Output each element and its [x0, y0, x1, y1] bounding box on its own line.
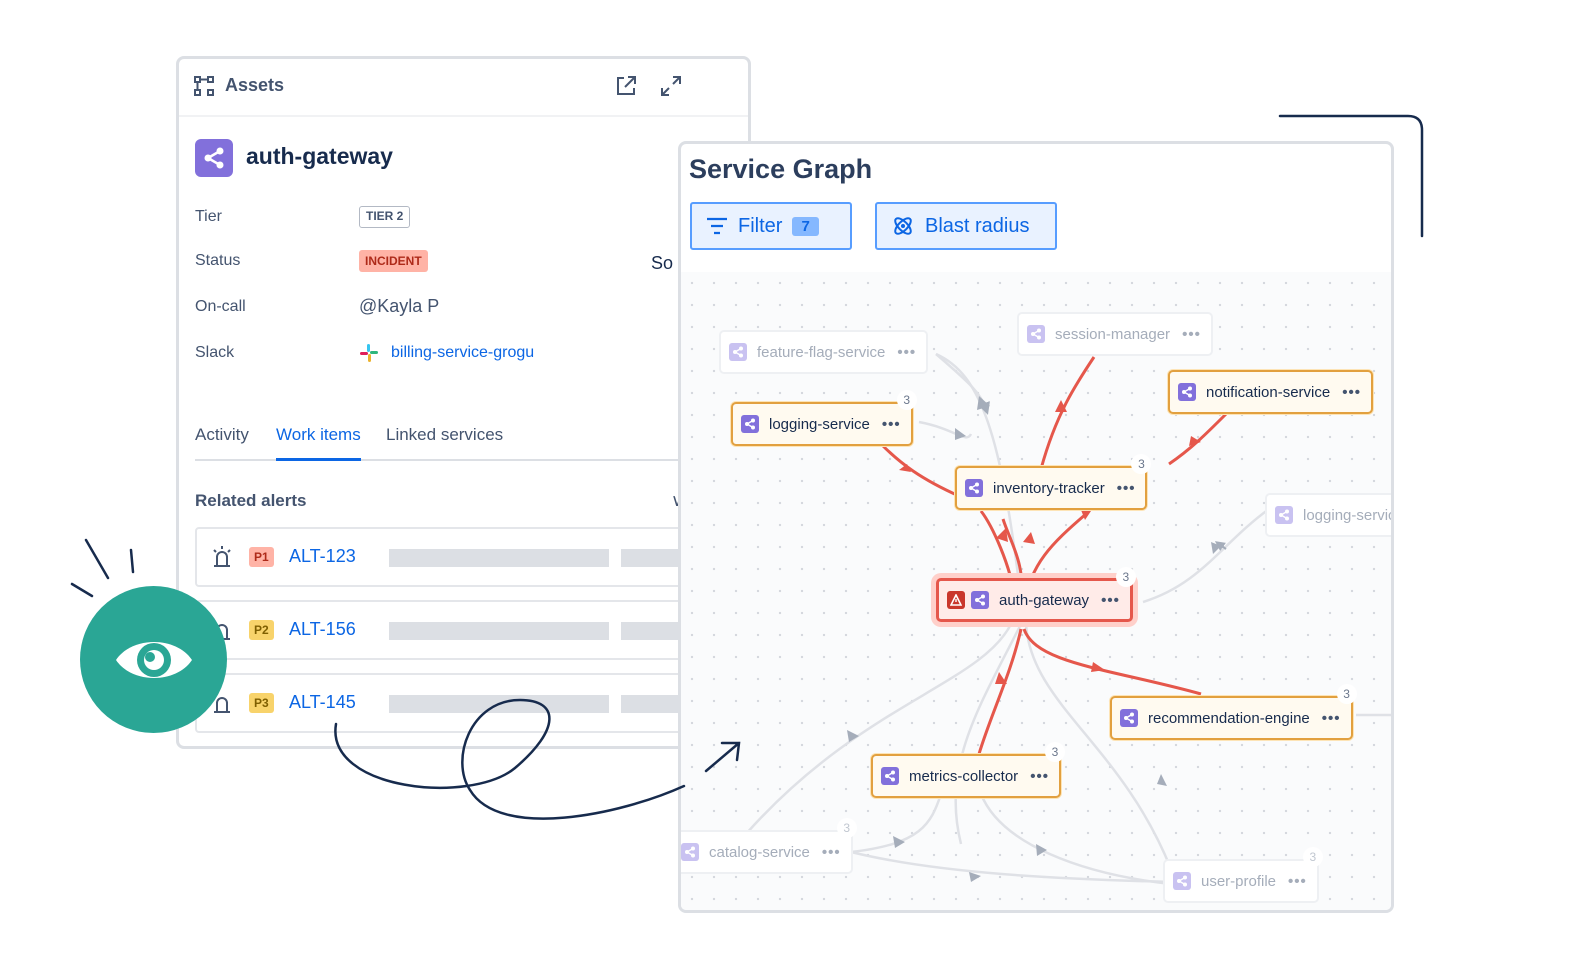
siren-icon: [213, 546, 231, 567]
open-external-icon[interactable]: [613, 73, 639, 99]
graph-node-metrics-collector[interactable]: metrics-collector ••• 3: [871, 742, 1065, 798]
assets-title: Assets: [225, 75, 285, 95]
priority-badge: P1: [249, 547, 274, 567]
node-label: logging-service: [769, 415, 870, 433]
service-node-icon: [1027, 325, 1045, 343]
graph-node-user-profile[interactable]: user-profile ••• 3: [1163, 847, 1323, 903]
alert-link[interactable]: ALT-156: [289, 619, 356, 640]
service-node-icon: [1275, 506, 1293, 524]
node-label: feature-flag-service: [757, 343, 886, 361]
warning-icon: [947, 591, 965, 609]
node-label: metrics-collector: [909, 767, 1019, 785]
service-graph-panel: Service Graph Filter 7 Blast radius feat…: [678, 141, 1394, 913]
more-icon[interactable]: •••: [1030, 768, 1049, 785]
more-icon[interactable]: •••: [1322, 710, 1341, 727]
alert-row[interactable]: P3 ALT-145: [195, 673, 748, 733]
node-count: 3: [1336, 684, 1357, 704]
service-node-icon: [1173, 872, 1191, 890]
oncall-label: On-call: [195, 298, 246, 315]
service-node-icon: [1178, 383, 1196, 401]
tab-activity[interactable]: Activity: [195, 425, 249, 459]
service-icon: [195, 139, 233, 177]
assets-panel: Assets auth-gateway Tier TIER 2 Status I…: [176, 56, 751, 749]
slack-label: Slack: [195, 344, 235, 361]
graph-node-catalog-service[interactable]: catalog-service ••• 3: [681, 818, 857, 874]
node-count: 3: [836, 818, 857, 838]
expand-icon[interactable]: [658, 73, 684, 99]
more-icon[interactable]: •••: [897, 344, 916, 361]
service-node-icon: [729, 343, 747, 361]
node-label: auth-gateway: [999, 591, 1090, 609]
skeleton-bar: [389, 622, 609, 640]
node-label: inventory-tracker: [993, 479, 1105, 497]
slack-channel-link[interactable]: billing-service-grogu: [391, 344, 534, 362]
node-label: logging-service: [1303, 506, 1394, 524]
more-icon[interactable]: •••: [1117, 480, 1136, 497]
oncall-user[interactable]: @Kayla P: [359, 296, 439, 317]
alert-row[interactable]: P1 ALT-123: [195, 527, 748, 587]
tier-lozenge: TIER 2: [359, 206, 411, 228]
asset-tabs: Activity Work items Linked services: [195, 425, 748, 461]
node-label: session-manager: [1055, 325, 1171, 343]
eye-badge: [80, 586, 227, 733]
more-icon[interactable]: •••: [1342, 384, 1361, 401]
alert-link[interactable]: ALT-145: [289, 692, 356, 713]
service-node-icon: [681, 843, 699, 861]
graph-node-logging-service[interactable]: logging-service ••• 3: [731, 390, 917, 446]
node-count: 3: [1302, 847, 1323, 867]
status-badge: INCIDENT: [359, 250, 428, 272]
service-name: auth-gateway: [246, 143, 393, 169]
node-label: user-profile: [1201, 872, 1277, 890]
service-node-icon: [965, 479, 983, 497]
tab-linked-services[interactable]: Linked services: [386, 425, 503, 459]
node-label: catalog-service: [709, 843, 810, 861]
more-icon[interactable]: •••: [1101, 592, 1120, 609]
node-count: 3: [896, 390, 917, 410]
share-nodes-icon: [204, 147, 224, 169]
alert-link[interactable]: ALT-123: [289, 546, 356, 567]
hidden-panel-text: So: [651, 253, 674, 273]
service-node-icon: [881, 767, 899, 785]
graph-node-inventory-tracker[interactable]: inventory-tracker ••• 3: [955, 454, 1152, 510]
related-alerts-title: Related alerts: [195, 491, 307, 510]
graph-node-session-manager[interactable]: session-manager •••: [1017, 312, 1213, 356]
assets-header: Assets: [179, 59, 748, 117]
more-icon[interactable]: •••: [1288, 873, 1307, 890]
assets-graph-icon: [194, 76, 214, 96]
graph-node-logging-service-faded[interactable]: logging-service: [1265, 493, 1394, 537]
graph-node-notification-service[interactable]: notification-service •••: [1168, 370, 1373, 414]
skeleton-bar: [389, 695, 609, 713]
node-label: recommendation-engine: [1148, 709, 1310, 727]
slack-icon: [360, 344, 378, 362]
service-node-icon: [971, 591, 989, 609]
node-count: 3: [1044, 742, 1065, 762]
node-label: notification-service: [1206, 383, 1331, 401]
tier-label: Tier: [195, 208, 222, 225]
graph-node-auth-gateway[interactable]: auth-gateway ••• 3: [936, 567, 1136, 622]
node-count: 3: [1115, 567, 1136, 587]
graph-node-feature-flag-service[interactable]: feature-flag-service •••: [719, 330, 929, 374]
eye-icon: [115, 641, 192, 678]
more-icon[interactable]: •••: [882, 416, 901, 433]
priority-badge: P2: [249, 620, 274, 640]
more-icon[interactable]: •••: [1182, 326, 1201, 343]
priority-badge: P3: [249, 693, 274, 713]
more-icon[interactable]: •••: [822, 844, 841, 861]
alert-row[interactable]: P2 ALT-156: [195, 600, 748, 660]
skeleton-bar: [389, 549, 609, 567]
graph-node-recommendation-engine[interactable]: recommendation-engine ••• 3: [1110, 684, 1357, 740]
status-label: Status: [195, 252, 241, 269]
service-node-icon: [1120, 709, 1138, 727]
service-node-icon: [741, 415, 759, 433]
tab-work-items[interactable]: Work items: [276, 425, 361, 461]
